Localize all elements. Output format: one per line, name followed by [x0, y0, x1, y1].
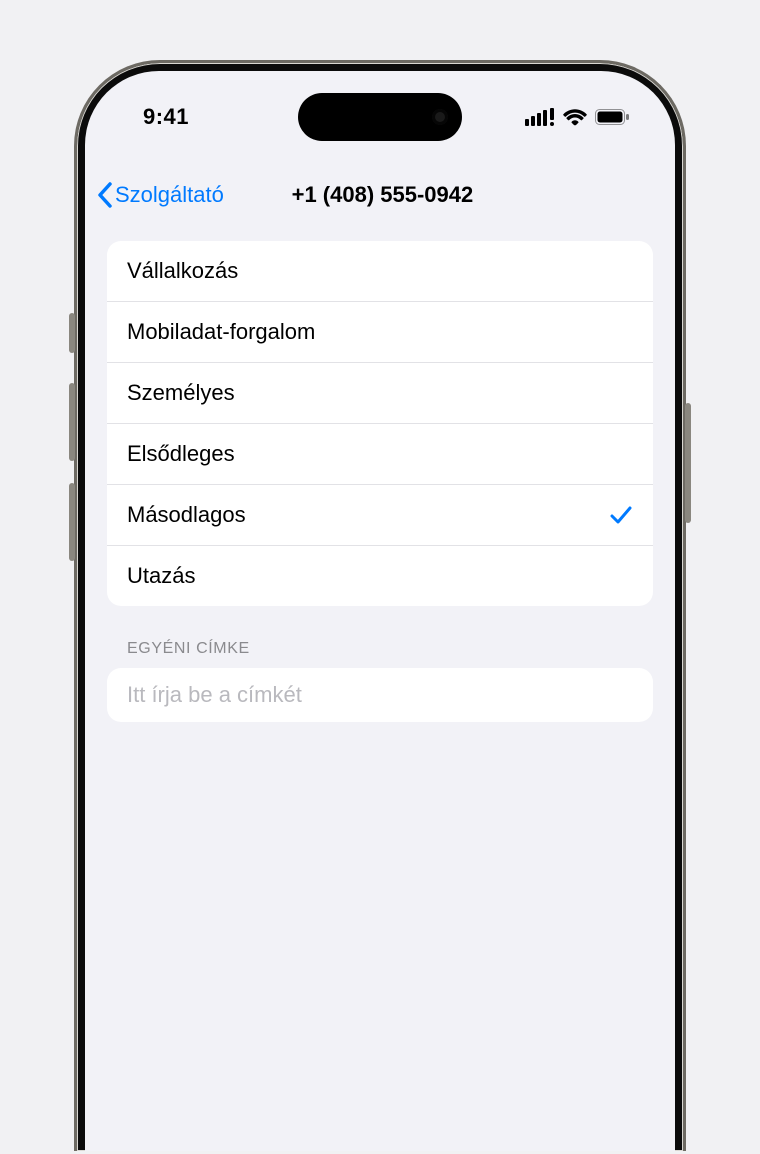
label-option[interactable]: Mobiladat-forgalom	[107, 302, 653, 363]
battery-icon	[595, 109, 629, 125]
back-label: Szolgáltató	[115, 182, 224, 208]
status-bar: 9:41	[85, 95, 675, 139]
nav-bar: Szolgáltató +1 (408) 555-0942	[85, 167, 675, 223]
label-option-text: Mobiladat-forgalom	[127, 319, 315, 345]
cellular-signal-icon	[525, 108, 555, 126]
label-option-text: Vállalkozás	[127, 258, 238, 284]
side-button	[69, 313, 75, 353]
label-option[interactable]: Személyes	[107, 363, 653, 424]
label-list: Vállalkozás Mobiladat-forgalom Személyes…	[107, 241, 653, 606]
label-option-selected[interactable]: Másodlagos	[107, 485, 653, 546]
custom-label-header: EGYÉNI CÍMKE	[107, 640, 653, 668]
label-option-text: Másodlagos	[127, 502, 246, 528]
status-time: 9:41	[143, 104, 189, 130]
wifi-icon	[563, 108, 587, 126]
label-option[interactable]: Vállalkozás	[107, 241, 653, 302]
volume-down-button	[69, 483, 75, 561]
checkmark-icon	[609, 504, 633, 526]
label-option-text: Személyes	[127, 380, 235, 406]
label-option-text: Elsődleges	[127, 441, 235, 467]
back-button[interactable]: Szolgáltató	[93, 178, 228, 212]
label-option[interactable]: Elsődleges	[107, 424, 653, 485]
custom-label-row[interactable]	[107, 668, 653, 722]
phone-frame: 9:41 Szolgáltató +1 (408)	[74, 60, 686, 1151]
chevron-left-icon	[97, 182, 113, 208]
custom-label-input[interactable]	[127, 682, 633, 708]
volume-up-button	[69, 383, 75, 461]
power-button	[685, 403, 691, 523]
content: Vállalkozás Mobiladat-forgalom Személyes…	[107, 241, 653, 722]
screen: 9:41 Szolgáltató +1 (408)	[85, 71, 675, 1151]
label-option[interactable]: Utazás	[107, 546, 653, 606]
label-option-text: Utazás	[127, 563, 195, 589]
